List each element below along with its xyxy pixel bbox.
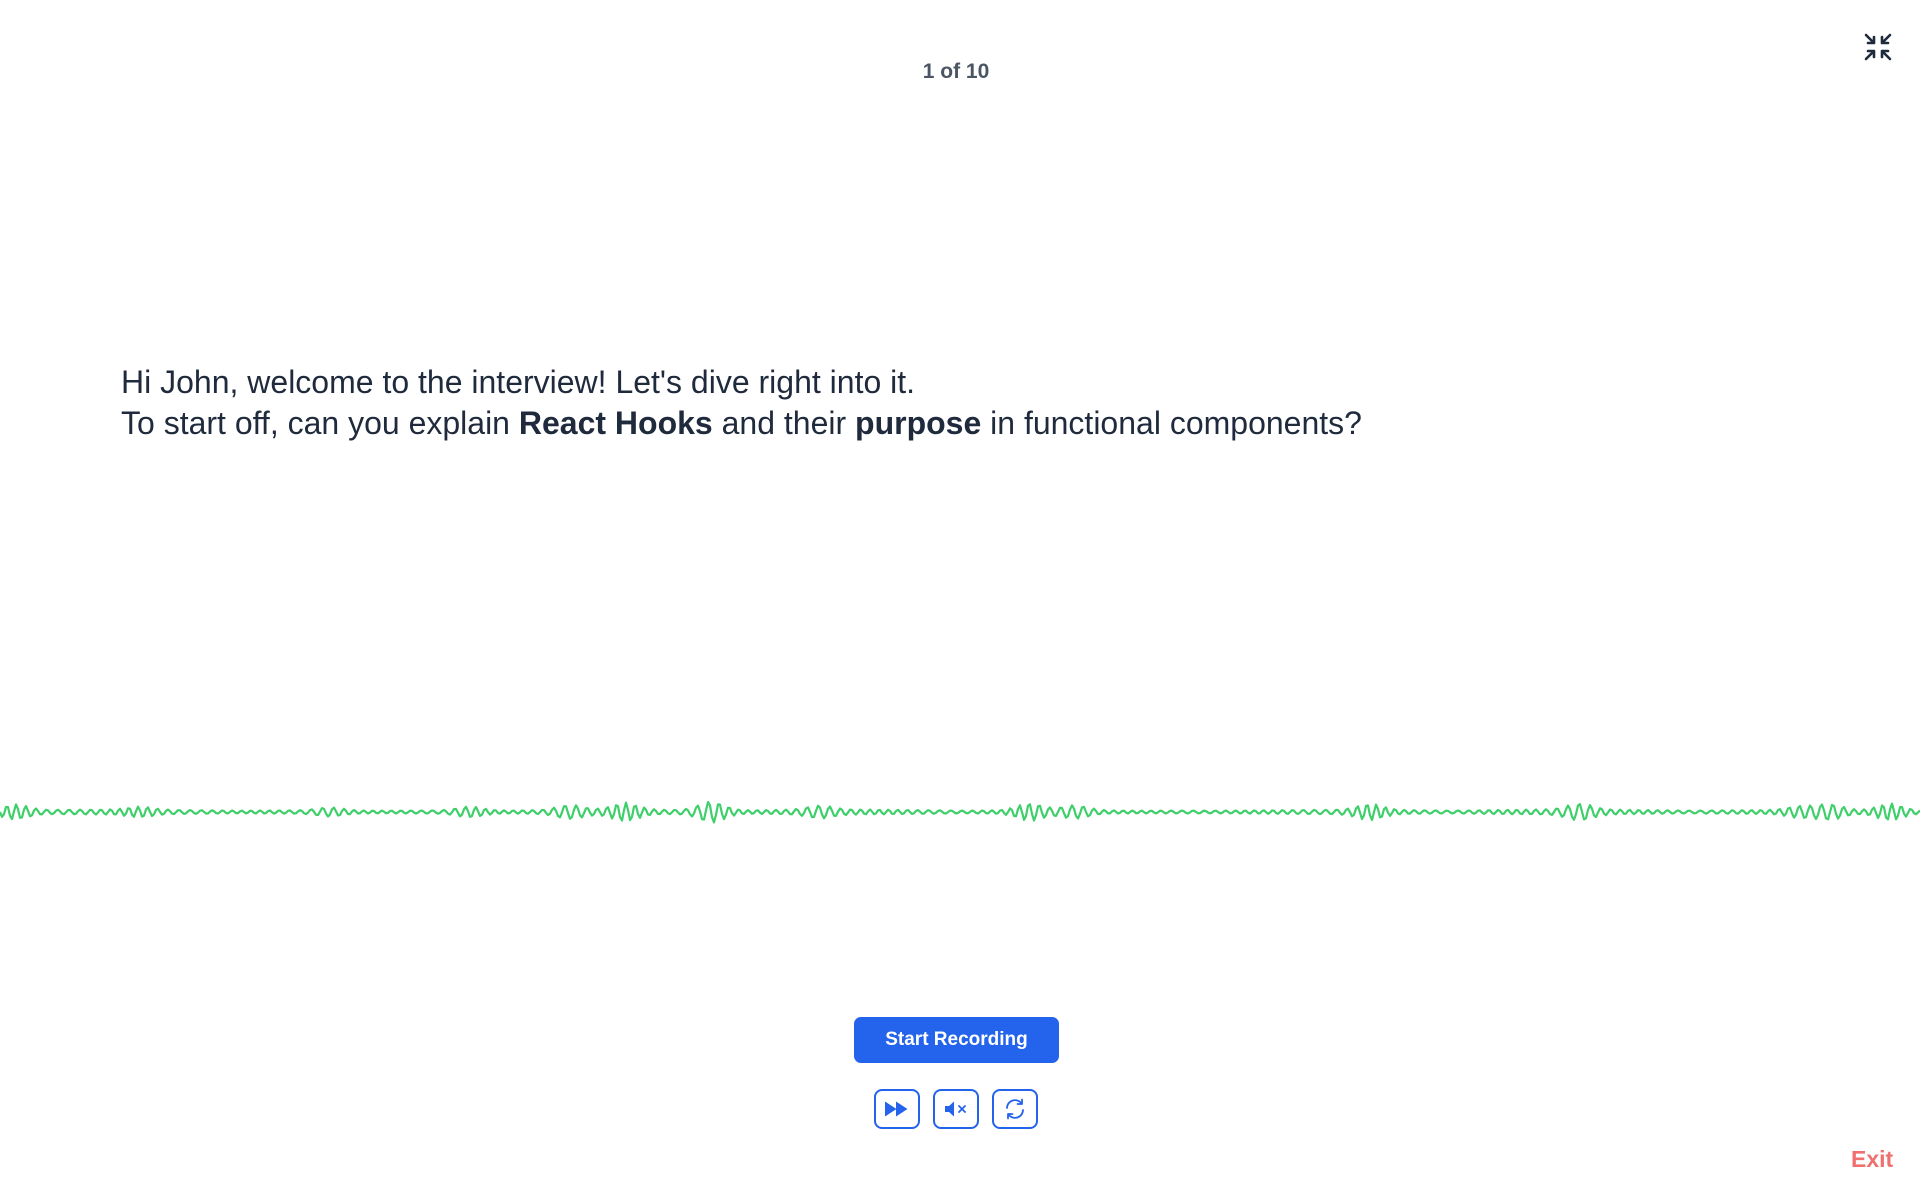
repeat-icon [1006, 1098, 1024, 1120]
fast-forward-icon [885, 1101, 908, 1117]
question-text-part: and their [712, 405, 856, 441]
waveform-line [0, 801, 1920, 824]
exit-link[interactable]: Exit [1851, 1146, 1893, 1173]
question-keyword: React Hooks [518, 405, 713, 441]
question-line-2: To start off, can you explain React Hook… [121, 403, 1821, 444]
question-text: Hi John, welcome to the interview! Let's… [121, 362, 1821, 444]
question-text-part: in functional components? [981, 405, 1362, 441]
skip-question-button[interactable] [874, 1089, 920, 1129]
replay-question-button[interactable] [992, 1089, 1038, 1129]
start-recording-button[interactable]: Start Recording [854, 1017, 1059, 1063]
question-keyword: purpose [855, 405, 982, 441]
interview-page: 1 of 10 Hi John, welcome to the intervie… [0, 0, 1920, 1183]
exit-fullscreen-button[interactable] [1863, 32, 1893, 62]
audio-waveform [0, 801, 1920, 824]
mute-button[interactable] [933, 1089, 979, 1129]
question-text-part: To start off, can you explain [121, 405, 519, 441]
collapse-fullscreen-icon [1864, 33, 1892, 61]
question-progress: 1 of 10 [922, 60, 990, 83]
question-line-1: Hi John, welcome to the interview! Let's… [121, 364, 916, 400]
speaker-muted-icon [945, 1101, 966, 1117]
